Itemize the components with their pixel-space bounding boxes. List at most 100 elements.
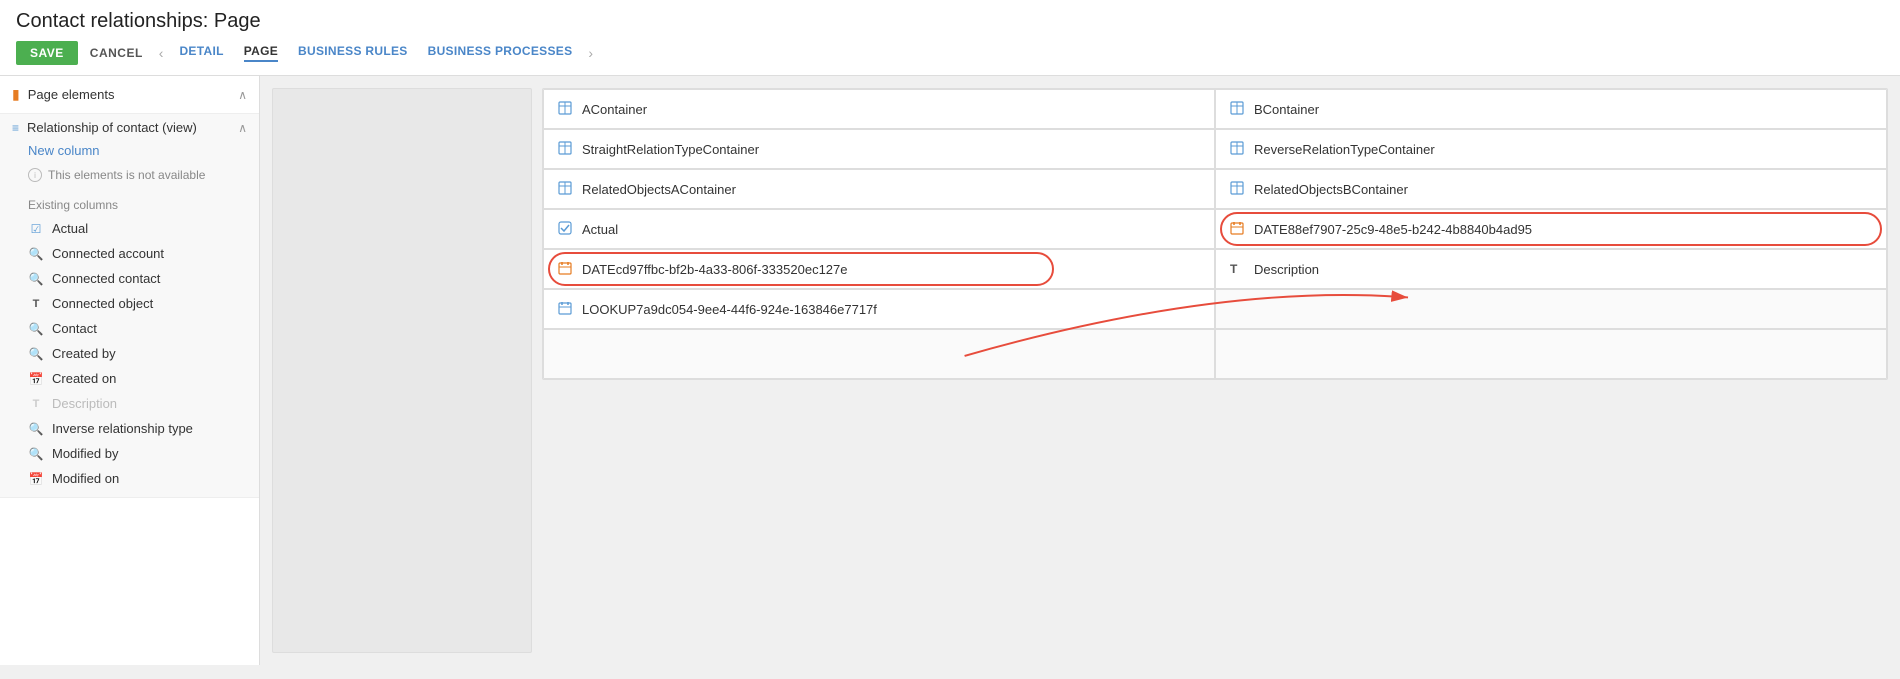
- text-icon: T: [1230, 262, 1246, 276]
- sidebar-item-label: Modified by: [52, 446, 118, 461]
- subsection-chevron[interactable]: ∧: [238, 121, 247, 135]
- search-icon: 🔍: [28, 347, 44, 361]
- sidebar-item-connected-object[interactable]: T Connected object: [12, 291, 247, 316]
- sidebar-subsection-title: Relationship of contact (view): [27, 120, 197, 135]
- sidebar-item-connected-account[interactable]: 🔍 Connected account: [12, 241, 247, 266]
- nav-next-arrow[interactable]: ›: [584, 45, 597, 61]
- canvas-wrapper: AContainer BContainer StraightRelation: [542, 88, 1888, 653]
- tab-business-rules[interactable]: BUSINESS RULES: [298, 44, 408, 62]
- tab-detail[interactable]: DETAIL: [179, 44, 223, 62]
- grid-container: AContainer BContainer StraightRelation: [543, 89, 1887, 379]
- subsection-icon: ≡: [12, 121, 19, 135]
- cell-label: BContainer: [1254, 102, 1319, 117]
- cell-label: Actual: [582, 222, 618, 237]
- tab-page[interactable]: PAGE: [244, 44, 278, 62]
- table-icon: [1230, 101, 1246, 118]
- sidebar-subsection: ≡ Relationship of contact (view) ∧ New c…: [0, 114, 259, 498]
- sidebar-item-actual[interactable]: ☑ Actual: [12, 216, 247, 241]
- cell-datecd[interactable]: DATEcd97ffbc-bf2b-4a33-806f-333520ec127e: [543, 249, 1215, 289]
- content-area: AContainer BContainer StraightRelation: [260, 76, 1900, 665]
- text-icon: T: [28, 398, 44, 410]
- search-icon: 🔍: [28, 447, 44, 461]
- table-icon: [1230, 181, 1246, 198]
- sidebar-item-label: Connected object: [52, 296, 153, 311]
- cell-bcontainer[interactable]: BContainer: [1215, 89, 1887, 129]
- new-column-link[interactable]: New column: [12, 135, 247, 166]
- cell-acontainer[interactable]: AContainer: [543, 89, 1215, 129]
- cell-description[interactable]: T Description: [1215, 249, 1887, 289]
- cell-label: RelatedObjectsAContainer: [582, 182, 736, 197]
- sidebar-item-label: Modified on: [52, 471, 119, 486]
- cell-lookup[interactable]: LOOKUP7a9dc054-9ee4-44f6-924e-163846e771…: [543, 289, 1215, 329]
- date-icon: [1230, 221, 1246, 238]
- text-icon: T: [28, 298, 44, 310]
- sidebar-item-label: Connected account: [52, 246, 164, 261]
- sidebar-item-label: Contact: [52, 321, 97, 336]
- calendar-icon: 📅: [28, 472, 44, 486]
- search-icon: 🔍: [28, 422, 44, 436]
- sidebar-item-label: Created on: [52, 371, 116, 386]
- unavailable-notice: i This elements is not available: [12, 166, 247, 190]
- cell-related-a[interactable]: RelatedObjectsAContainer: [543, 169, 1215, 209]
- top-bar: Contact relationships: Page SAVE CANCEL …: [0, 0, 1900, 76]
- table-icon: [558, 101, 574, 118]
- page-elements-icon: ▮: [12, 86, 20, 103]
- existing-columns-label: Existing columns: [12, 190, 247, 216]
- cell-label: LOOKUP7a9dc054-9ee4-44f6-924e-163846e771…: [582, 302, 877, 317]
- cell-label: DATE88ef7907-25c9-48e5-b242-4b8840b4ad95: [1254, 222, 1532, 237]
- sidebar-item-label: Actual: [52, 221, 88, 236]
- calendar-icon: 📅: [28, 372, 44, 386]
- save-button[interactable]: SAVE: [16, 41, 78, 65]
- cell-label: RelatedObjectsBContainer: [1254, 182, 1408, 197]
- cell-actual[interactable]: Actual: [543, 209, 1215, 249]
- check-icon: [558, 221, 574, 238]
- cell-empty-5-1: [1215, 289, 1887, 329]
- sidebar-section-header: ▮ Page elements ∧: [0, 76, 259, 114]
- cell-label: ReverseRelationTypeContainer: [1254, 142, 1435, 157]
- left-canvas: [272, 88, 532, 653]
- sidebar-item-created-on[interactable]: 📅 Created on: [12, 366, 247, 391]
- search-icon: 🔍: [28, 272, 44, 286]
- nav-tabs: DETAIL PAGE BUSINESS RULES BUSINESS PROC…: [179, 44, 572, 62]
- sidebar-item-label: Created by: [52, 346, 116, 361]
- check-icon: ☑: [28, 222, 44, 236]
- sidebar-item-description[interactable]: T Description: [12, 391, 247, 416]
- cancel-button[interactable]: CANCEL: [90, 46, 143, 60]
- sidebar-item-connected-contact[interactable]: 🔍 Connected contact: [12, 266, 247, 291]
- nav-prev-arrow[interactable]: ‹: [155, 45, 168, 61]
- cell-related-b[interactable]: RelatedObjectsBContainer: [1215, 169, 1887, 209]
- sidebar: ▮ Page elements ∧ ≡ Relationship of cont…: [0, 76, 260, 665]
- sidebar-section-chevron[interactable]: ∧: [238, 88, 247, 102]
- cell-empty-6-0: [543, 329, 1215, 379]
- cell-straight-relation[interactable]: StraightRelationTypeContainer: [543, 129, 1215, 169]
- sidebar-item-modified-on[interactable]: 📅 Modified on: [12, 466, 247, 491]
- cell-label: StraightRelationTypeContainer: [582, 142, 759, 157]
- sidebar-item-modified-by[interactable]: 🔍 Modified by: [12, 441, 247, 466]
- sidebar-item-inverse-relationship[interactable]: 🔍 Inverse relationship type: [12, 416, 247, 441]
- sidebar-item-contact[interactable]: 🔍 Contact: [12, 316, 247, 341]
- search-icon: 🔍: [28, 247, 44, 261]
- cell-reverse-relation[interactable]: ReverseRelationTypeContainer: [1215, 129, 1887, 169]
- date-icon: [558, 261, 574, 278]
- table-icon: [558, 181, 574, 198]
- cell-empty-6-1: [1215, 329, 1887, 379]
- table-icon: [1230, 141, 1246, 158]
- sidebar-item-label: Description: [52, 396, 117, 411]
- page-title: Contact relationships: Page: [16, 10, 1884, 33]
- sidebar-item-label: Inverse relationship type: [52, 421, 193, 436]
- main-layout: ▮ Page elements ∧ ≡ Relationship of cont…: [0, 76, 1900, 665]
- sidebar-item-label: Connected contact: [52, 271, 160, 286]
- cell-label: DATEcd97ffbc-bf2b-4a33-806f-333520ec127e: [582, 262, 847, 277]
- unavailable-icon: i: [28, 168, 42, 182]
- cell-label: Description: [1254, 262, 1319, 277]
- cell-label: AContainer: [582, 102, 647, 117]
- unavailable-text: This elements is not available: [48, 168, 205, 182]
- sidebar-item-created-by[interactable]: 🔍 Created by: [12, 341, 247, 366]
- cell-date88[interactable]: DATE88ef7907-25c9-48e5-b242-4b8840b4ad95: [1215, 209, 1887, 249]
- main-canvas: AContainer BContainer StraightRelation: [542, 88, 1888, 380]
- table-icon: [558, 141, 574, 158]
- sidebar-section-title: Page elements: [28, 87, 115, 102]
- lookup-icon: [558, 301, 574, 318]
- tab-business-processes[interactable]: BUSINESS PROCESSES: [428, 44, 573, 62]
- search-icon: 🔍: [28, 322, 44, 336]
